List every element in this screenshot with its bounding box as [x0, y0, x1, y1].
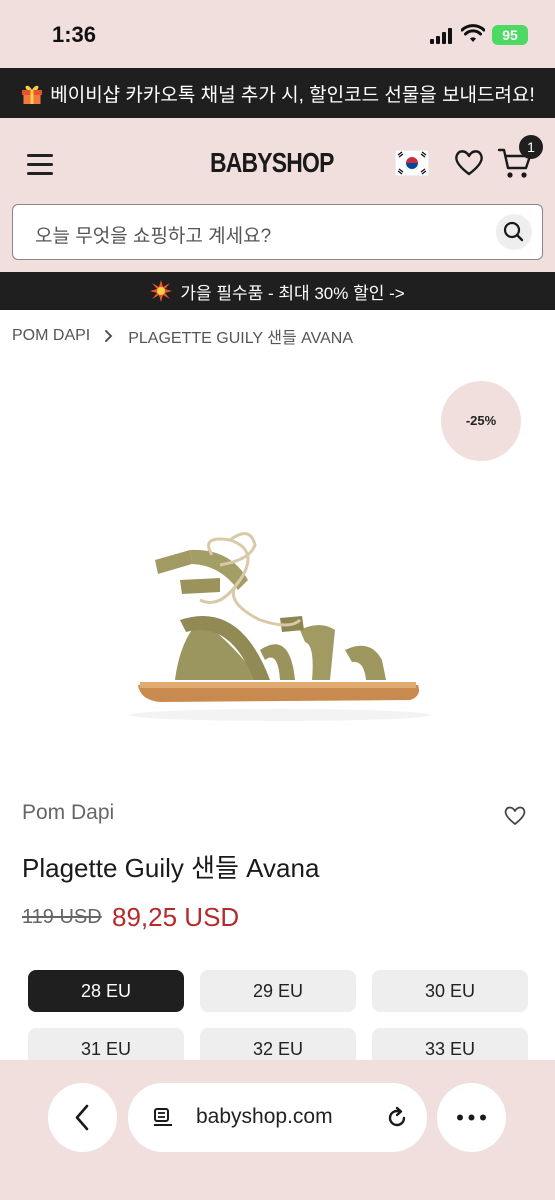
chevron-left-icon [75, 1104, 89, 1131]
promo-text: 베이비샵 카카오톡 채널 추가 시, 할인코드 선물을 보내드려요! [50, 84, 535, 106]
sale-text: 가을 필수품 - 최대 30% 할인 -> [180, 283, 405, 303]
more-options-button[interactable] [437, 1083, 506, 1152]
gift-icon [22, 85, 43, 104]
wifi-icon [461, 24, 485, 42]
reader-mode-icon[interactable] [152, 1107, 174, 1129]
burst-icon [150, 280, 173, 302]
cart-count-badge: 1 [519, 135, 543, 159]
address-bar[interactable]: babyshop.com [128, 1083, 427, 1152]
sale-banner[interactable]: 가을 필수품 - 최대 30% 할인 -> [0, 272, 555, 310]
discount-badge: -25% [441, 381, 521, 461]
status-bar: 1:36 95 [0, 0, 555, 68]
product-title: Plagette Guily 샌들 Avana [22, 853, 320, 883]
wishlist-heart-icon[interactable] [453, 146, 485, 178]
search-input[interactable]: 오늘 무엇을 쇼핑하고 계세요? [12, 204, 543, 260]
sale-price: 89,25 USD [112, 902, 240, 932]
size-option[interactable]: 30 EU [372, 970, 528, 1012]
breadcrumb-current: PLAGETTE GUILY 샌들 AVANA [128, 330, 353, 347]
site-header: BABYSHOP 오늘 무엇을 쇼핑하고 계세요? [0, 118, 555, 272]
battery-indicator: 95 [492, 25, 528, 45]
wishlist-heart-icon[interactable] [503, 803, 527, 827]
product-image[interactable] [120, 520, 440, 730]
site-logo[interactable]: BABYSHOP [204, 140, 354, 186]
search-icon [503, 221, 524, 242]
more-dots-icon [457, 1114, 486, 1121]
korea-flag-icon[interactable] [395, 150, 429, 176]
product-brand[interactable]: Pom Dapi [22, 801, 114, 825]
promo-banner[interactable]: 베이비샵 카카오톡 채널 추가 시, 할인코드 선물을 보내드려요! [0, 68, 555, 118]
size-option[interactable]: 29 EU [200, 970, 356, 1012]
logo-text: BABYSHOP [210, 147, 334, 178]
url-text: babyshop.com [196, 1105, 333, 1128]
reload-icon[interactable] [384, 1105, 410, 1131]
breadcrumb-brand-link[interactable]: POM DAPI [12, 327, 90, 345]
chevron-right-icon [105, 330, 113, 342]
back-button[interactable] [48, 1083, 117, 1152]
signal-icon [430, 28, 454, 44]
search-placeholder: 오늘 무엇을 쇼핑하고 계세요? [35, 226, 272, 247]
menu-icon[interactable] [27, 154, 55, 176]
size-option[interactable]: 28 EU [28, 970, 184, 1012]
original-price: 119 USD [22, 906, 102, 928]
status-time: 1:36 [52, 22, 97, 47]
browser-toolbar: babyshop.com [0, 1060, 555, 1200]
breadcrumb: POM DAPI PLAGETTE GUILY 샌들 AVANA [12, 324, 353, 348]
search-button[interactable] [496, 214, 532, 250]
